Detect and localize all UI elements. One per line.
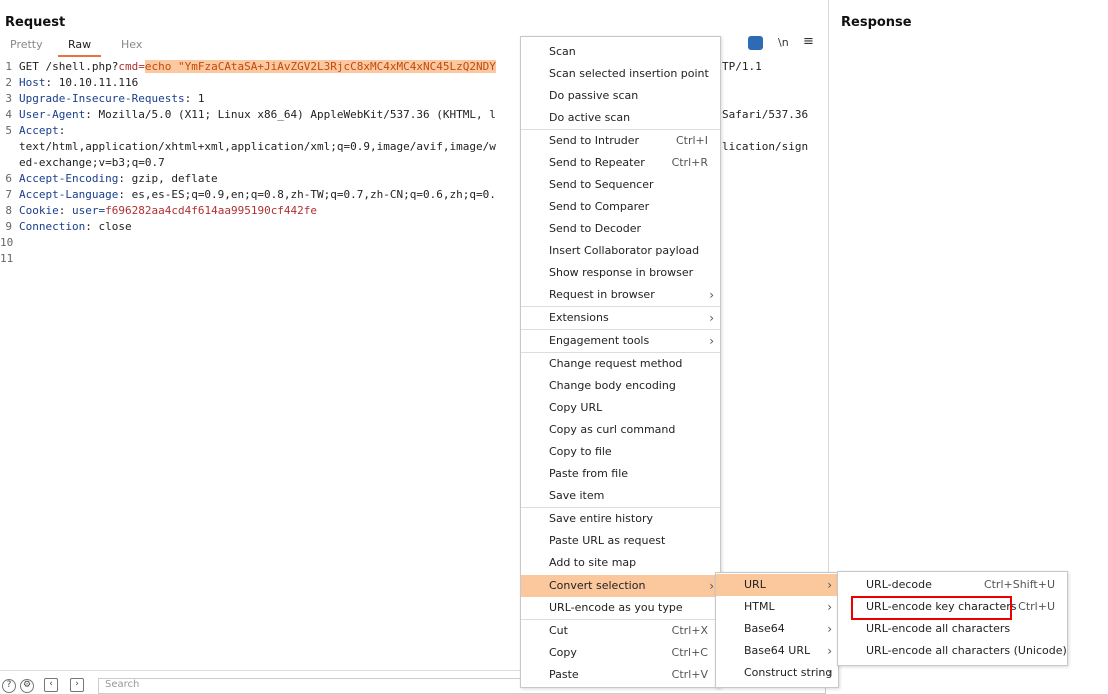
menu-item-scan-insertion-point[interactable]: Scan selected insertion point bbox=[521, 63, 720, 85]
menu-item-copy-curl[interactable]: Copy as curl command bbox=[521, 419, 720, 441]
menu-item-paste[interactable]: Paste Ctrl+V bbox=[521, 664, 720, 686]
help-icon[interactable]: ? bbox=[2, 679, 16, 693]
chevron-right-icon: › bbox=[827, 666, 832, 680]
chevron-right-icon: › bbox=[709, 334, 714, 348]
menu-item-paste-from-file[interactable]: Paste from file bbox=[521, 463, 720, 485]
menu-item-scan[interactable]: Scan bbox=[521, 41, 720, 63]
submenu-item-html[interactable]: HTML › bbox=[716, 596, 838, 618]
submenu-item-url[interactable]: URL › bbox=[716, 574, 838, 596]
request-title: Request bbox=[5, 15, 66, 30]
tab-hex[interactable]: Hex bbox=[111, 36, 152, 55]
response-title: Response bbox=[841, 15, 912, 30]
hamburger-menu-icon[interactable]: ≡ bbox=[803, 34, 814, 49]
menu-item-engagement-tools[interactable]: Engagement tools › bbox=[521, 330, 720, 352]
submenu-item-construct-string[interactable]: Construct string › bbox=[716, 662, 838, 684]
menu-item-active-scan[interactable]: Do active scan bbox=[521, 107, 720, 129]
menu-item-copy[interactable]: Copy Ctrl+C bbox=[521, 642, 720, 664]
selected-text: echo "YmFzaCAtaSA+JiAvZGV2L3RjcC8xMC4xMC… bbox=[144, 60, 496, 73]
submenu-item-url-decode[interactable]: URL-decode Ctrl+Shift+U bbox=[838, 574, 1067, 596]
gear-icon[interactable]: ⚙ bbox=[20, 679, 34, 693]
submenu-item-url-encode-all[interactable]: URL-encode all characters bbox=[838, 618, 1067, 640]
forward-arrow-icon[interactable]: › bbox=[70, 678, 84, 692]
menu-item-save-item[interactable]: Save item bbox=[521, 485, 720, 507]
chevron-right-icon: › bbox=[827, 644, 832, 658]
menu-item-cut[interactable]: Cut Ctrl+X bbox=[521, 620, 720, 642]
menu-item-insert-collaborator[interactable]: Insert Collaborator payload bbox=[521, 240, 720, 262]
menu-item-save-history[interactable]: Save entire history bbox=[521, 508, 720, 530]
menu-item-send-to-comparer[interactable]: Send to Comparer bbox=[521, 196, 720, 218]
back-arrow-icon[interactable]: ‹ bbox=[44, 678, 58, 692]
highlight-box bbox=[851, 596, 1012, 620]
menu-item-show-response[interactable]: Show response in browser bbox=[521, 262, 720, 284]
menu-item-send-to-intruder[interactable]: Send to Intruder Ctrl+I bbox=[521, 130, 720, 152]
wrap-lines-icon[interactable] bbox=[748, 36, 763, 50]
chevron-right-icon: › bbox=[827, 578, 832, 592]
menu-item-send-to-decoder[interactable]: Send to Decoder bbox=[521, 218, 720, 240]
menu-item-request-in-browser[interactable]: Request in browser › bbox=[521, 284, 720, 306]
submenu-item-url-encode-unicode[interactable]: URL-encode all characters (Unicode) bbox=[838, 640, 1067, 662]
menu-item-extensions[interactable]: Extensions › bbox=[521, 307, 720, 329]
convert-submenu: URL › HTML › Base64 › Base64 URL › Construct… bbox=[715, 572, 839, 688]
menu-item-send-to-sequencer[interactable]: Send to Sequencer bbox=[521, 174, 720, 196]
chevron-right-icon: › bbox=[709, 311, 714, 325]
menu-item-add-to-site-map[interactable]: Add to site map bbox=[521, 552, 720, 574]
menu-item-url-encode-as-you-type[interactable]: URL-encode as you type bbox=[521, 597, 720, 619]
chevron-right-icon: › bbox=[709, 579, 714, 593]
chevron-right-icon: › bbox=[827, 622, 832, 636]
tab-raw[interactable]: Raw bbox=[58, 36, 102, 57]
submenu-item-base64[interactable]: Base64 › bbox=[716, 618, 838, 640]
menu-item-change-encoding[interactable]: Change body encoding bbox=[521, 375, 720, 397]
menu-item-copy-to-file[interactable]: Copy to file bbox=[521, 441, 720, 463]
newline-toggle[interactable]: \n bbox=[778, 36, 789, 49]
context-menu: Scan Scan selected insertion point Do pa… bbox=[520, 36, 721, 688]
chevron-right-icon: › bbox=[827, 600, 832, 614]
menu-item-paste-url[interactable]: Paste URL as request bbox=[521, 530, 720, 552]
chevron-right-icon: › bbox=[709, 288, 714, 302]
menu-item-copy-url[interactable]: Copy URL bbox=[521, 397, 720, 419]
tab-pretty[interactable]: Pretty bbox=[0, 36, 53, 55]
menu-item-send-to-repeater[interactable]: Send to Repeater Ctrl+R bbox=[521, 152, 720, 174]
menu-item-convert-selection[interactable]: Convert selection › bbox=[521, 575, 720, 597]
submenu-item-base64-url[interactable]: Base64 URL › bbox=[716, 640, 838, 662]
menu-item-passive-scan[interactable]: Do passive scan bbox=[521, 85, 720, 107]
menu-item-change-method[interactable]: Change request method bbox=[521, 353, 720, 375]
